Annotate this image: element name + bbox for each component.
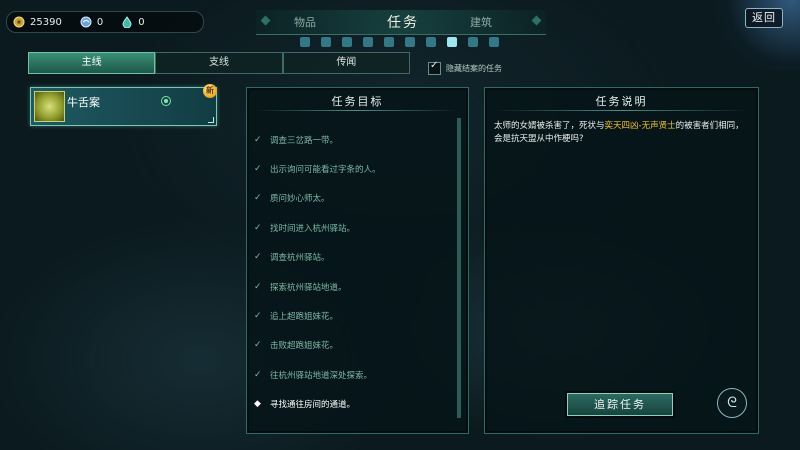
check-icon: ✓ <box>254 134 262 145</box>
objective-item: ✓ 质问妙心师太。 <box>254 184 449 213</box>
hide-completed-label: 隐藏结案的任务 <box>446 64 502 73</box>
tab-divider-gem <box>531 15 542 26</box>
objectives-title: 任务目标 <box>331 95 384 108</box>
objectives-scrollbar[interactable] <box>457 118 461 418</box>
tab-main-quest[interactable]: 主线 <box>28 52 156 74</box>
title-divider <box>493 110 750 111</box>
check-icon: ✓ <box>254 164 262 175</box>
coin-icon <box>13 16 25 28</box>
quest-name: 牛舌案 <box>67 96 100 109</box>
quest-list-item[interactable]: 牛舌案 新 <box>30 84 217 126</box>
objectives-panel: 任务目标 ✓ 调查三岔路一带。 ✓ 出示询问可能看过字条的人。 ✓ 质问妙心师太。 ✓ 找时间… <box>246 87 469 434</box>
spirit-counter: 0 <box>121 16 145 28</box>
quest-portrait <box>34 91 65 122</box>
card-corner-ornament <box>208 117 214 123</box>
objective-item: ✓ 追上超跑姐妹花。 <box>254 301 449 330</box>
tab-side-quest[interactable]: 支线 <box>155 52 283 74</box>
objective-text: 调查三岔路一带。 <box>270 135 339 146</box>
swirl-icon: ᘓ <box>727 395 737 411</box>
check-icon: ✓ <box>254 281 262 292</box>
description-title: 任务说明 <box>595 95 648 108</box>
description-highlight: 奕天四凶-无声贤士 <box>604 121 676 131</box>
objective-item: ✓ 击败超跑姐妹花。 <box>254 331 449 360</box>
orb-count: 0 <box>96 16 104 28</box>
objective-item: ✓ 找时间进入杭州驿站。 <box>254 213 449 242</box>
tab-divider-gem <box>260 15 271 26</box>
category-icon[interactable] <box>468 37 478 47</box>
orb-icon <box>80 16 92 28</box>
tab-items[interactable]: 物品 <box>294 14 316 30</box>
objective-text: 找时间进入杭州驿站。 <box>270 223 356 234</box>
scrollbar-thumb[interactable] <box>457 118 461 418</box>
category-icon[interactable] <box>489 37 499 47</box>
title-divider <box>255 110 460 111</box>
objective-text: 追上超跑姐妹花。 <box>270 312 339 323</box>
objectives-list: ✓ 调查三岔路一带。 ✓ 出示询问可能看过字条的人。 ✓ 质问妙心师太。 ✓ 找时间进入杭州驿… <box>254 125 449 419</box>
category-icon[interactable] <box>384 37 394 47</box>
objective-item: ✓ 往杭州驿站地道深处探索。 <box>254 360 449 389</box>
spirit-drop-icon <box>122 16 132 28</box>
objective-text: 往杭州驿站地道深处探索。 <box>270 370 373 381</box>
objective-text: 探索杭州驿站地道。 <box>270 282 347 293</box>
orb-counter: 0 <box>80 16 103 28</box>
objective-text: 出示询问可能看过字条的人。 <box>270 165 381 176</box>
category-icon[interactable] <box>363 37 373 47</box>
category-icon[interactable] <box>342 37 352 47</box>
category-icon[interactable] <box>426 37 436 47</box>
objective-text: 质问妙心师太。 <box>270 194 330 205</box>
objective-item: ✓ 调查杭州驿站。 <box>254 243 449 272</box>
check-icon: ✓ <box>254 369 262 380</box>
check-icon: ✓ <box>254 311 262 322</box>
tab-quest[interactable]: 任务 <box>387 12 419 32</box>
category-icon[interactable] <box>405 37 415 47</box>
swirl-emblem-button[interactable]: ᘓ <box>717 388 747 418</box>
coin-counter: 25390 <box>13 16 62 28</box>
description-text-part: 太师的女婿被杀害了，死状与 <box>494 121 605 131</box>
objective-item: ✓ 探索杭州驿站地道。 <box>254 272 449 301</box>
check-icon: ✓ <box>254 252 262 263</box>
objective-text: 调查杭州驿站。 <box>270 253 330 264</box>
check-icon: ✓ <box>254 222 262 233</box>
category-icon[interactable] <box>321 37 331 47</box>
category-icon-active[interactable] <box>447 37 457 47</box>
track-quest-button[interactable]: 追踪任务 <box>567 393 673 416</box>
sub-tab-bar: 主线 支线 传闻 <box>28 52 410 74</box>
objective-item: ✓ 调查三岔路一带。 <box>254 125 449 154</box>
objective-item: ◆ 寻找通往房间的通道。 <box>254 390 449 419</box>
description-text: 太师的女婿被杀害了，死状与奕天四凶-无声贤士的被害者们相同，会是抗天盟从中作梗吗… <box>494 120 750 145</box>
diamond-bullet-icon: ◆ <box>254 399 261 410</box>
return-button[interactable]: 返回 <box>745 8 783 28</box>
objective-item: ✓ 出示询问可能看过字条的人。 <box>254 154 449 183</box>
tab-build[interactable]: 建筑 <box>470 14 492 30</box>
check-icon: ✓ <box>254 193 262 204</box>
check-icon: ✓ <box>254 340 262 351</box>
coin-count: 25390 <box>30 16 62 28</box>
tab-rumor[interactable]: 传闻 <box>282 52 410 74</box>
objective-text: 击败超跑姐妹花。 <box>270 341 339 352</box>
new-badge: 新 <box>203 84 217 98</box>
category-icon[interactable] <box>300 37 310 47</box>
category-icon-row <box>300 37 500 49</box>
objective-text: 寻找通往房间的通道。 <box>270 400 356 411</box>
tracking-eye-icon <box>161 96 171 106</box>
top-tab-bar: 物品 任务 建筑 <box>256 10 546 35</box>
currency-bar: 25390 0 0 <box>6 11 204 33</box>
spirit-count: 0 <box>138 16 145 28</box>
description-panel: 任务说明 太师的女婿被杀害了，死状与奕天四凶-无声贤士的被害者们相同，会是抗天盟… <box>484 87 759 434</box>
hide-completed-toggle[interactable]: 隐藏结案的任务 <box>428 60 502 75</box>
hide-completed-checkbox[interactable] <box>428 60 441 75</box>
